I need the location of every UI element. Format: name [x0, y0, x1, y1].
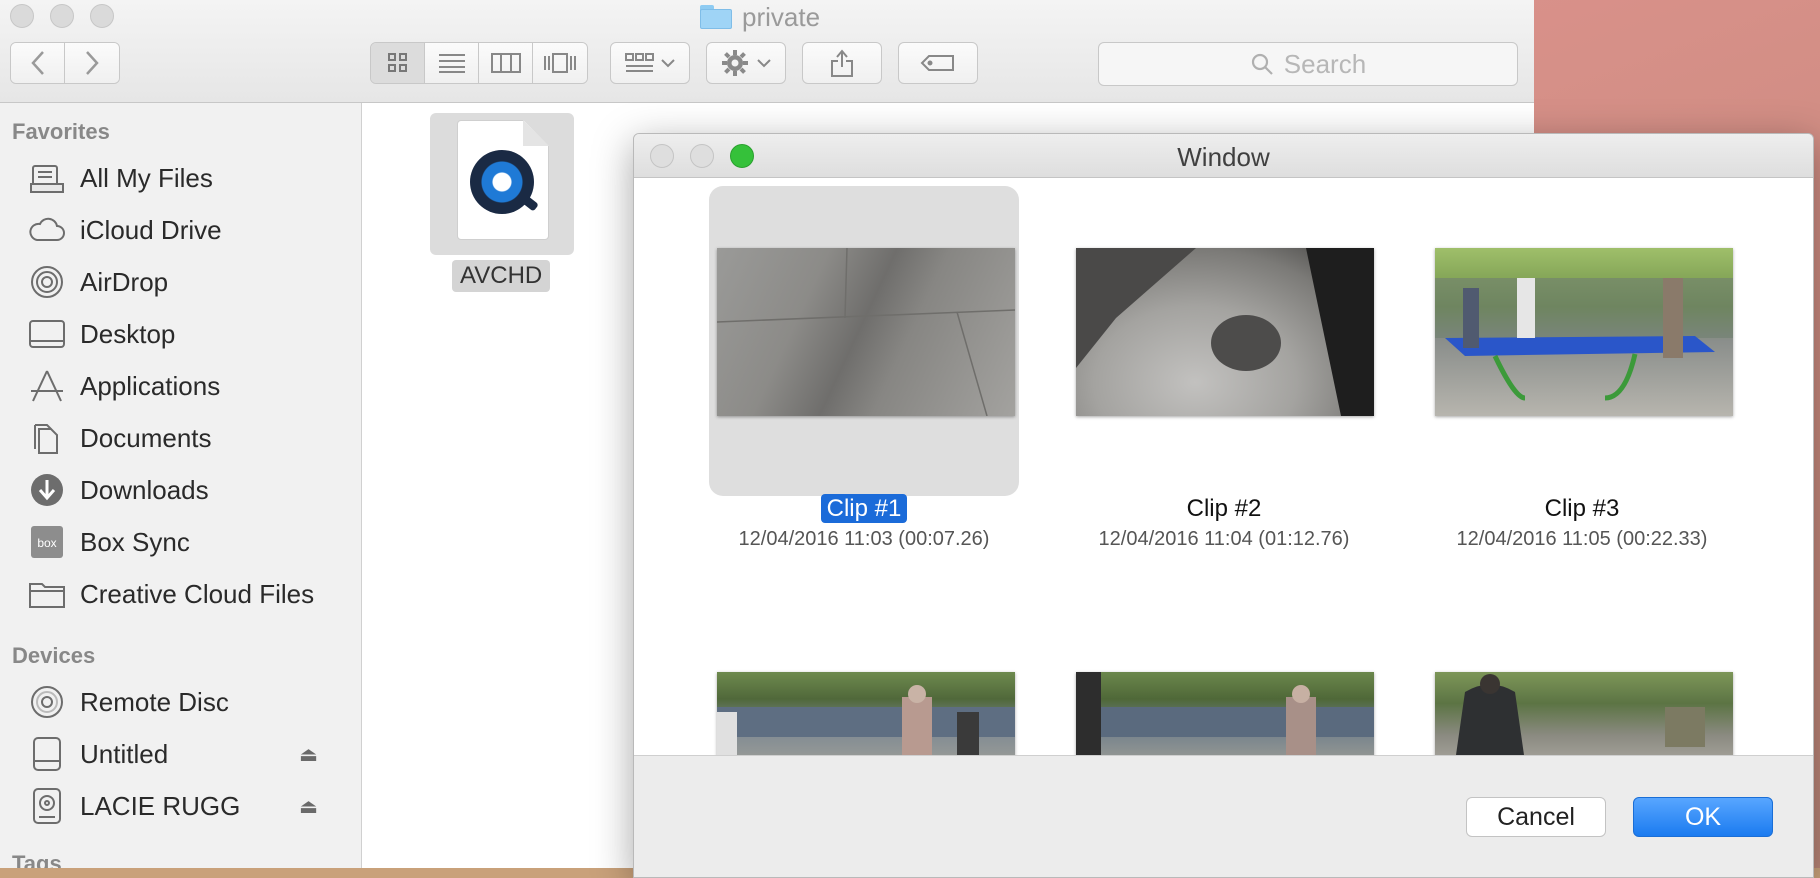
all-files-icon	[28, 160, 66, 196]
documents-icon	[28, 420, 66, 456]
external-drive-icon	[28, 788, 66, 824]
action-button[interactable]	[706, 42, 786, 84]
clip-chooser-dialog: Window Clip #1 12/04/2016 11:03 (00:07.2…	[633, 133, 1814, 878]
tags-button[interactable]	[898, 42, 978, 84]
airdrop-icon	[28, 264, 66, 300]
close-button[interactable]	[10, 4, 34, 28]
sidebar-item-documents[interactable]: Documents	[28, 418, 348, 458]
clip-thumbnail[interactable]	[1076, 672, 1374, 755]
clip-meta: 12/04/2016 11:04 (01:12.76)	[1098, 528, 1350, 550]
folder-icon	[28, 576, 66, 612]
sidebar-item-label: Downloads	[80, 474, 209, 505]
clip-thumbnail[interactable]	[717, 672, 1015, 755]
cancel-button[interactable]: Cancel	[1466, 797, 1606, 837]
cloud-icon	[28, 212, 66, 248]
sidebar-item-remote-disc[interactable]: Remote Disc	[28, 682, 348, 722]
clip-thumbnail[interactable]	[1435, 672, 1733, 755]
tag-icon	[920, 55, 954, 71]
clip-thumbnail[interactable]	[1076, 248, 1374, 416]
list-view-button[interactable]	[425, 43, 479, 83]
clip-grid: Clip #1 12/04/2016 11:03 (00:07.26) Clip…	[634, 178, 1813, 755]
sidebar-item-lacie-rugg[interactable]: LACIE RUGG ⏏	[28, 786, 348, 826]
clip-meta: 12/04/2016 11:03 (00:07.26)	[738, 528, 990, 550]
coverflow-view-button[interactable]	[533, 43, 587, 83]
search-field[interactable]: Search	[1098, 42, 1518, 86]
search-icon	[1251, 53, 1273, 75]
sidebar-item-label: Desktop	[80, 318, 176, 349]
sidebar-item-label: Applications	[80, 370, 221, 401]
applications-icon	[28, 368, 66, 404]
sidebar-item-all-my-files[interactable]: All My Files	[28, 158, 348, 198]
folder-icon	[700, 5, 732, 29]
nav-buttons	[10, 42, 120, 84]
desktop-icon	[28, 316, 66, 352]
sidebar-item-label: All My Files	[80, 162, 213, 193]
sidebar-item-label: Untitled	[80, 738, 169, 769]
clip-name[interactable]: Clip #3	[1432, 495, 1732, 523]
svg-text:box: box	[37, 536, 56, 550]
sidebar: Favorites All My Files iCloud Drive AirD…	[0, 103, 362, 868]
sidebar-item-icloud-drive[interactable]: iCloud Drive	[28, 210, 348, 250]
zoom-button[interactable]	[90, 4, 114, 28]
chevron-right-icon	[86, 51, 99, 75]
window-title-text: private	[742, 1, 821, 32]
minimize-button[interactable]	[50, 4, 74, 28]
gear-icon	[722, 50, 748, 76]
clip-name-text: Clip #2	[1186, 495, 1262, 522]
sidebar-item-label: LACIE RUGG	[80, 790, 241, 821]
chevron-left-icon	[30, 51, 44, 75]
clip-thumbnail[interactable]	[717, 248, 1015, 416]
sidebar-item-label: AirDrop	[80, 266, 169, 297]
search-placeholder: Search	[1283, 48, 1367, 79]
dialog-title: Window	[1177, 142, 1270, 172]
sidebar-item-applications[interactable]: Applications	[28, 366, 348, 406]
sidebar-item-label: Documents	[80, 422, 212, 453]
sidebar-item-airdrop[interactable]: AirDrop	[28, 262, 348, 302]
chevron-down-icon	[661, 59, 675, 68]
eject-icon[interactable]: ⏏	[299, 742, 318, 767]
sidebar-item-label: Creative Cloud Files	[80, 578, 315, 609]
tags-header: Tags	[12, 851, 62, 868]
dialog-titlebar: Window	[634, 134, 1813, 178]
share-icon	[831, 49, 853, 77]
list-icon	[438, 54, 465, 73]
sidebar-item-untitled[interactable]: Untitled ⏏	[28, 734, 348, 774]
share-button[interactable]	[802, 42, 882, 84]
clip-name-text: Clip #1	[820, 494, 908, 523]
ok-button[interactable]: OK	[1633, 797, 1773, 837]
box-icon: box	[28, 524, 66, 560]
sidebar-item-downloads[interactable]: Downloads	[28, 470, 348, 510]
icon-view-button[interactable]	[371, 43, 425, 83]
window-title: private	[700, 2, 820, 32]
chevron-down-icon	[757, 59, 771, 68]
sidebar-item-label: Remote Disc	[80, 686, 229, 717]
coverflow-icon	[544, 53, 576, 73]
column-view-button[interactable]	[479, 43, 533, 83]
columns-icon	[490, 53, 521, 73]
view-mode-control	[370, 42, 588, 84]
sidebar-item-label: iCloud Drive	[80, 214, 222, 245]
clip-thumbnail[interactable]	[1435, 248, 1733, 416]
favorites-header: Favorites	[12, 119, 110, 144]
sidebar-item-box-sync[interactable]: box Box Sync	[28, 522, 348, 562]
sidebar-item-creative-cloud-files[interactable]: Creative Cloud Files	[28, 574, 348, 614]
sidebar-item-desktop[interactable]: Desktop	[28, 314, 348, 354]
arrange-icon	[625, 53, 654, 72]
clip-name-text: Clip #3	[1544, 495, 1620, 522]
clip-name[interactable]: Clip #2	[1074, 495, 1374, 523]
clip-name[interactable]: Clip #1	[714, 494, 1014, 523]
sidebar-item-label: Box Sync	[80, 526, 190, 557]
disc-icon	[28, 684, 66, 720]
devices-header: Devices	[12, 643, 96, 668]
forward-button[interactable]	[65, 43, 119, 83]
eject-icon[interactable]: ⏏	[299, 794, 318, 819]
drive-icon	[28, 736, 66, 772]
finder-toolbar: private Search	[0, 0, 1534, 103]
file-name-label[interactable]: AVCHD	[452, 260, 551, 292]
arrange-button[interactable]	[610, 42, 690, 84]
clip-meta: 12/04/2016 11:05 (00:22.33)	[1456, 528, 1708, 550]
back-button[interactable]	[11, 43, 65, 83]
grid-icon	[387, 53, 407, 72]
downloads-icon	[28, 472, 66, 508]
